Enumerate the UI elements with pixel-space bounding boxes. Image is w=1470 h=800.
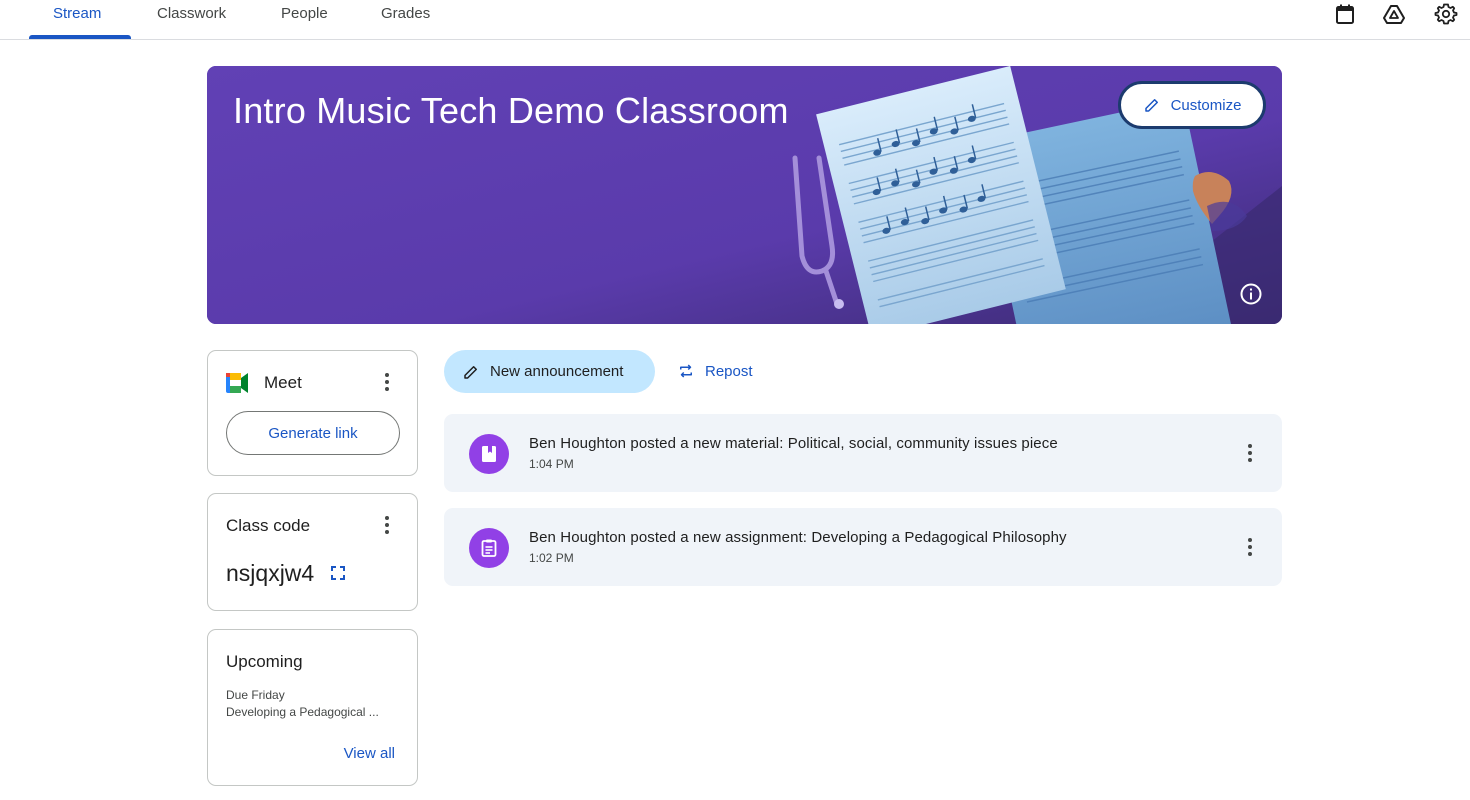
drive-icon[interactable] [1382, 2, 1406, 26]
upcoming-due: Due Friday [226, 688, 285, 702]
customize-label: Customize [1170, 96, 1242, 114]
pencil-icon [1144, 99, 1158, 112]
active-tab-indicator [29, 35, 131, 39]
upcoming-title: Upcoming [226, 652, 303, 671]
class-code-more-icon[interactable] [377, 513, 397, 537]
top-nav-bar: Stream Classwork People Grades [0, 0, 1470, 40]
post-text: Ben Houghton posted a new material: Poli… [529, 435, 1058, 452]
post-time: 1:04 PM [529, 457, 574, 471]
meet-card: Meet Generate link [207, 350, 418, 476]
class-code-card: Class code nsjqxjw4 [207, 493, 418, 611]
meet-more-icon[interactable] [377, 370, 397, 394]
post-time: 1:02 PM [529, 551, 574, 565]
post-more-icon[interactable] [1240, 535, 1260, 559]
repost-button[interactable]: Repost [677, 359, 753, 383]
pencil-icon [464, 365, 477, 379]
post-more-icon[interactable] [1240, 441, 1260, 465]
repost-label: Repost [705, 362, 753, 380]
post-avatar [469, 528, 509, 568]
class-code-title: Class code [226, 516, 311, 535]
repost-icon [680, 364, 692, 378]
assignment-icon [481, 539, 497, 557]
calendar-icon[interactable] [1333, 2, 1357, 26]
stream-post[interactable]: Ben Houghton posted a new assignment: De… [444, 508, 1282, 586]
info-icon[interactable] [1239, 282, 1263, 306]
tab-classwork[interactable]: Classwork [157, 0, 226, 40]
tab-grades[interactable]: Grades [381, 0, 430, 40]
fullscreen-icon[interactable] [329, 564, 347, 582]
post-avatar [469, 434, 509, 474]
generate-link-button[interactable]: Generate link [226, 411, 400, 455]
customize-button[interactable]: Customize [1118, 81, 1266, 129]
class-code-value: nsjqxjw4 [226, 560, 315, 586]
upcoming-item[interactable]: Developing a Pedagogical ... [226, 705, 401, 719]
upcoming-card: Upcoming Due Friday Developing a Pedagog… [207, 629, 418, 786]
settings-icon[interactable] [1434, 2, 1458, 26]
meet-title: Meet [264, 373, 302, 392]
post-text: Ben Houghton posted a new assignment: De… [529, 529, 1067, 546]
view-all-link[interactable]: View all [344, 745, 395, 762]
tab-stream[interactable]: Stream [53, 0, 101, 40]
class-title: Intro Music Tech Demo Classroom [233, 90, 789, 131]
tab-people[interactable]: People [281, 0, 328, 40]
new-announcement-button[interactable]: New announcement [444, 350, 655, 393]
class-banner: Intro Music Tech Demo Classroom Customiz… [207, 66, 1282, 324]
meet-icon [226, 373, 248, 393]
stream-post[interactable]: Ben Houghton posted a new material: Poli… [444, 414, 1282, 492]
new-announcement-label: New announcement [490, 363, 624, 380]
material-icon [482, 446, 496, 462]
